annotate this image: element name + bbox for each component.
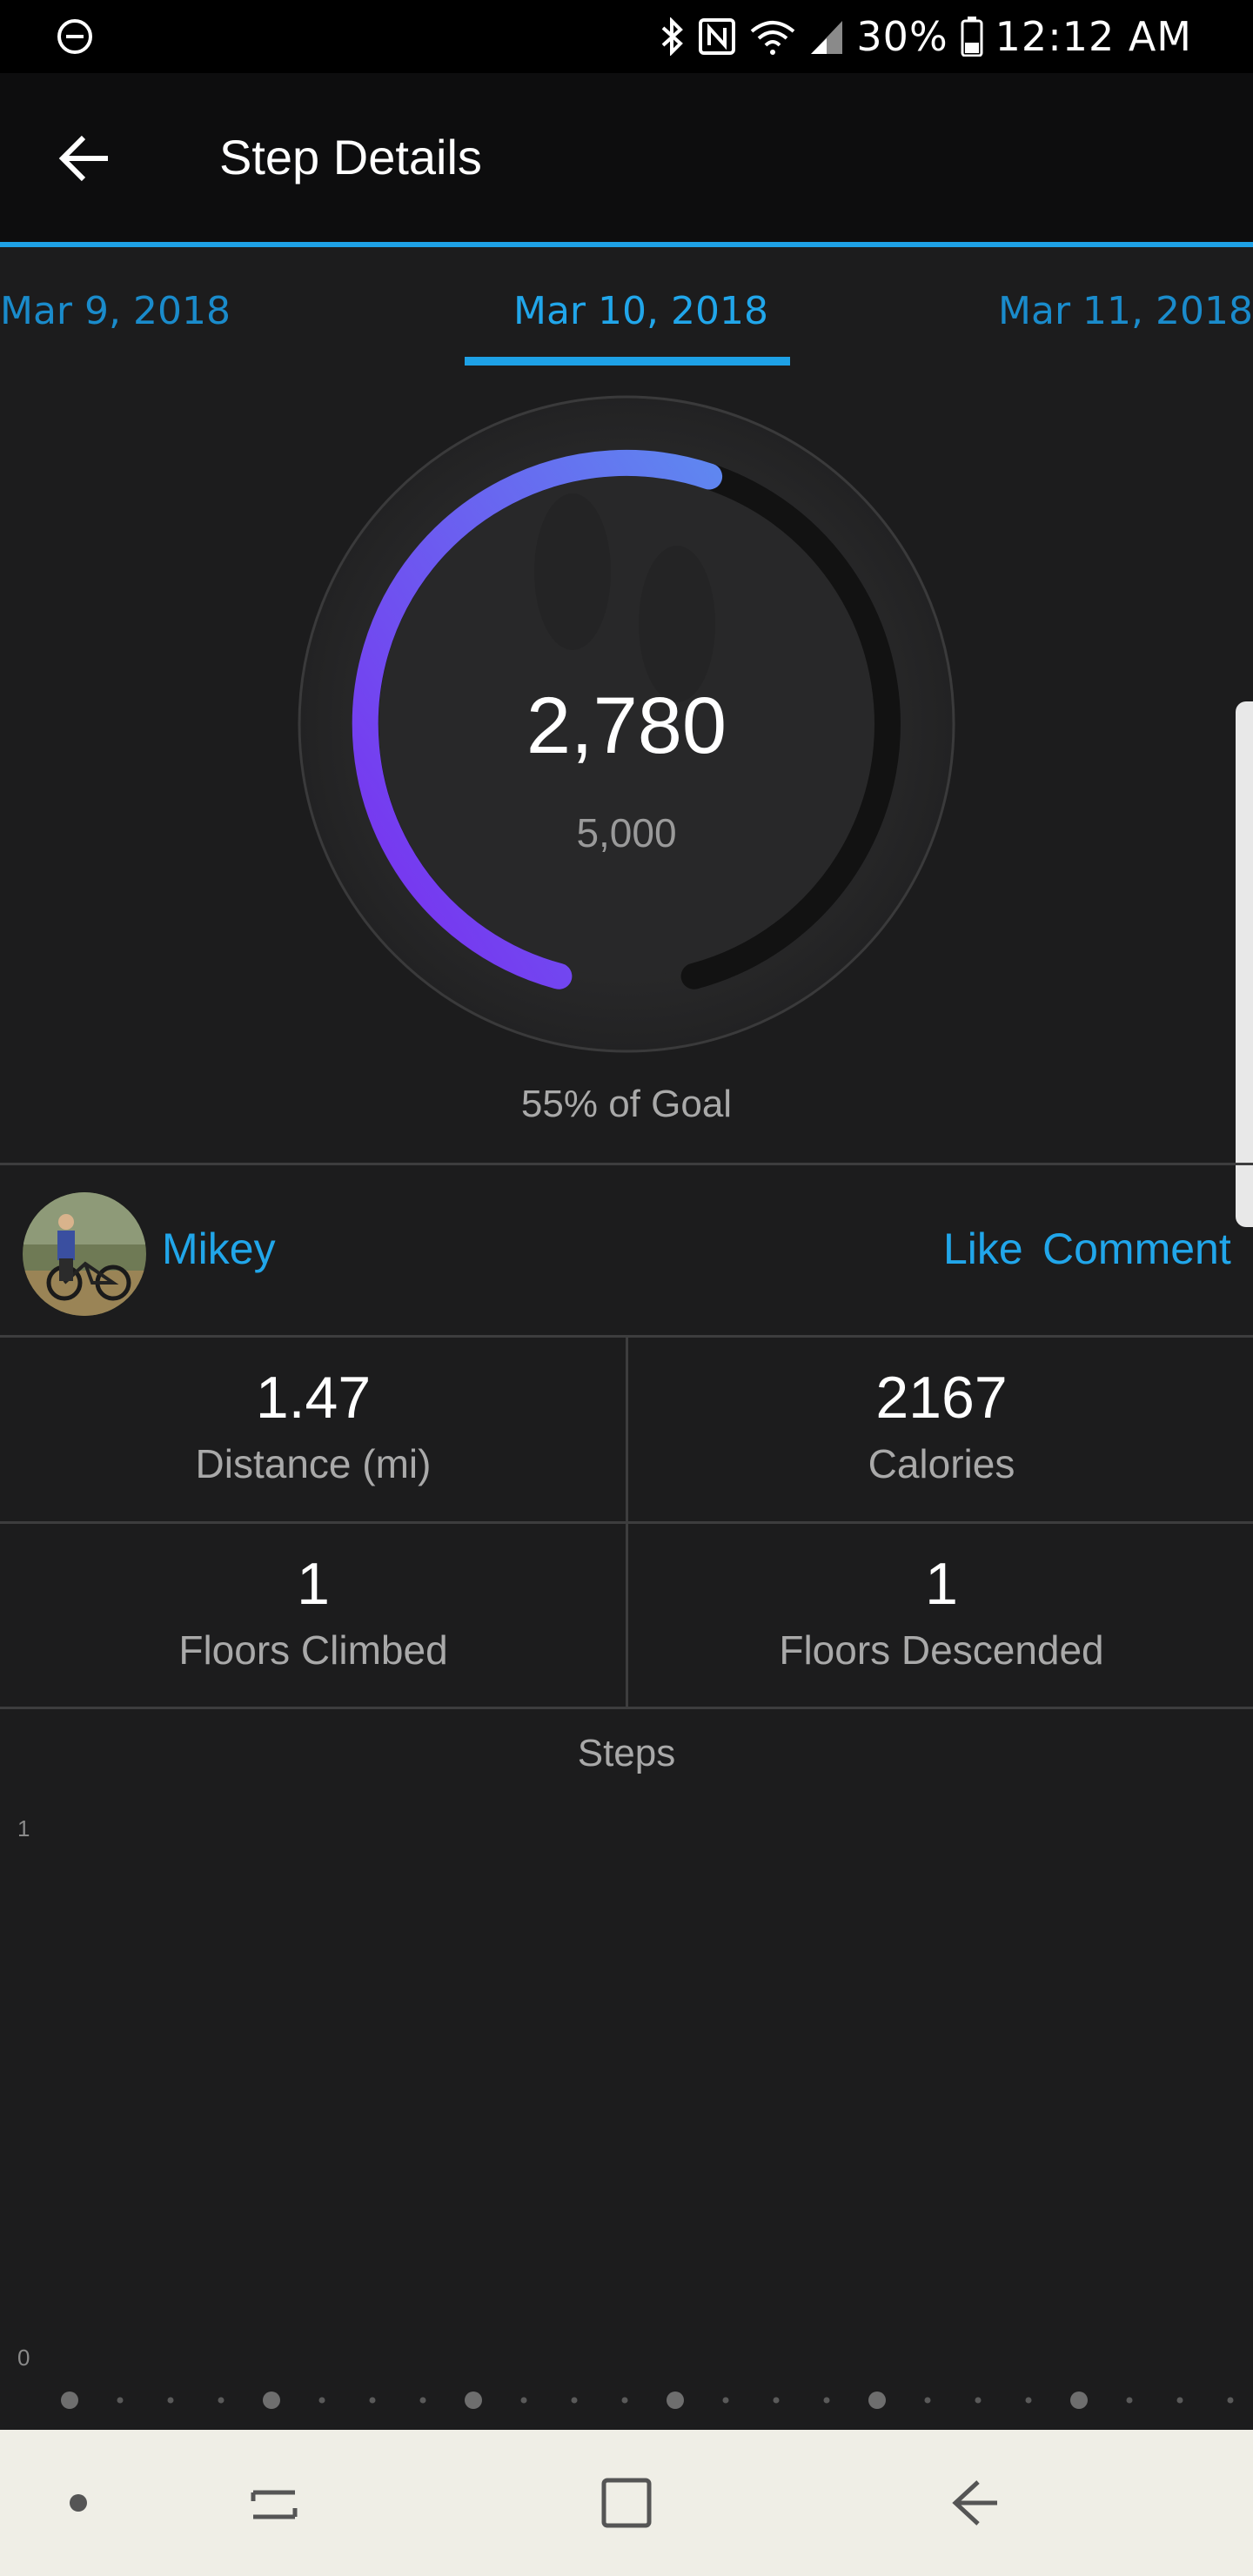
divider — [0, 1707, 1253, 1709]
stat-label: Floors Descended — [779, 1627, 1104, 1673]
steps-count: 2,780 — [526, 681, 727, 770]
steps-goal: 5,000 — [576, 810, 677, 855]
nfc-icon — [699, 18, 736, 55]
x-axis-minor-tick — [773, 2397, 780, 2404]
navigation-bar — [0, 2430, 1253, 2576]
clock: 12:12 AM — [995, 13, 1192, 60]
x-axis-minor-tick — [1227, 2397, 1234, 2404]
back-button[interactable] — [50, 124, 120, 193]
stat-calories: 2167 Calories — [628, 1338, 1253, 1519]
x-axis-major-tick — [868, 2392, 886, 2409]
stat-label: Distance (mi) — [195, 1441, 432, 1486]
steps-chart: 1012AM5AM9AM1PM5PM9PM — [17, 1815, 1234, 2430]
arrow-back-icon — [58, 135, 108, 182]
do-not-disturb-icon — [57, 19, 92, 54]
x-axis-minor-tick — [167, 2397, 174, 2404]
x-axis-minor-tick — [571, 2397, 578, 2404]
stat-floors-descended: 1 Floors Descended — [628, 1524, 1253, 1705]
x-axis-minor-tick — [1025, 2397, 1032, 2404]
home-button[interactable] — [570, 2430, 683, 2576]
x-axis-minor-tick — [419, 2397, 426, 2404]
nav-dot-button[interactable] — [35, 2430, 122, 2576]
x-axis-minor-tick — [318, 2397, 325, 2404]
battery-icon — [961, 17, 983, 57]
dot-icon — [70, 2494, 87, 2512]
goal-percent: 55% of Goal — [520, 1083, 733, 1125]
x-axis-major-tick — [61, 2392, 78, 2409]
recent-apps-icon — [251, 2490, 298, 2519]
x-axis-minor-tick — [621, 2397, 628, 2404]
y-tick-label: 1 — [17, 1815, 30, 1841]
x-axis-major-tick — [263, 2392, 280, 2409]
x-axis-minor-tick — [117, 2397, 124, 2404]
user-row: Mikey Like Comment — [0, 1166, 1253, 1337]
x-axis-minor-tick — [722, 2397, 729, 2404]
chart-title: Steps — [577, 1732, 676, 1774]
x-axis-minor-tick — [1126, 2397, 1133, 2404]
stat-value: 1 — [925, 1551, 958, 1617]
x-axis-minor-tick — [1176, 2397, 1183, 2404]
tab-current-date[interactable]: Mar 10, 2018 — [513, 289, 768, 333]
like-button[interactable]: Like — [943, 1224, 1023, 1274]
home-icon — [601, 2478, 652, 2528]
x-axis-minor-tick — [369, 2397, 376, 2404]
comment-button[interactable]: Comment — [1042, 1224, 1231, 1274]
back-nav-icon — [952, 2480, 997, 2526]
recent-apps-button[interactable] — [218, 2430, 331, 2576]
avatar[interactable] — [23, 1192, 146, 1316]
divider — [0, 1163, 1253, 1165]
tab-next-date[interactable]: Mar 11, 2018 — [998, 289, 1253, 333]
tab-previous-date[interactable]: Mar 9, 2018 — [0, 289, 231, 333]
date-tabs: Mar 9, 2018 Mar 10, 2018 Mar 11, 2018 — [0, 247, 1253, 369]
wifi-icon — [751, 21, 795, 55]
x-axis-major-tick — [465, 2392, 482, 2409]
stat-label: Floors Climbed — [178, 1627, 448, 1673]
x-axis-major-tick — [1070, 2392, 1088, 2409]
stat-value: 2167 — [875, 1365, 1008, 1431]
x-axis-minor-tick — [823, 2397, 830, 2404]
user-name[interactable]: Mikey — [162, 1224, 276, 1274]
x-axis-minor-tick — [520, 2397, 527, 2404]
status-icons: 30% 12:12 AM — [660, 10, 1192, 63]
tab-indicator — [465, 357, 790, 366]
stat-label: Calories — [868, 1441, 1015, 1486]
page-title: Step Details — [219, 130, 482, 184]
x-axis-minor-tick — [924, 2397, 931, 2404]
nav-back-button[interactable] — [918, 2430, 1031, 2576]
stat-value: 1.47 — [255, 1365, 372, 1431]
battery-percent: 30% — [856, 13, 948, 60]
edge-panel-handle[interactable] — [1236, 701, 1253, 1227]
stat-distance: 1.47 Distance (mi) — [0, 1338, 626, 1519]
signal-icon — [811, 21, 843, 54]
stat-value: 1 — [297, 1551, 330, 1617]
steps-ring: 2,780 5,000 — [296, 393, 957, 1055]
x-axis-minor-tick — [975, 2397, 982, 2404]
bluetooth-icon — [662, 17, 684, 56]
y-tick-label: 0 — [17, 2345, 30, 2371]
stat-floors-climbed: 1 Floors Climbed — [0, 1524, 626, 1705]
status-bar: 30% 12:12 AM — [0, 0, 1253, 73]
x-axis-minor-tick — [218, 2397, 224, 2404]
avatar-image — [23, 1192, 146, 1316]
divider-vertical — [626, 1338, 628, 1707]
x-axis-major-tick — [667, 2392, 684, 2409]
app-bar: Step Details — [0, 73, 1253, 244]
